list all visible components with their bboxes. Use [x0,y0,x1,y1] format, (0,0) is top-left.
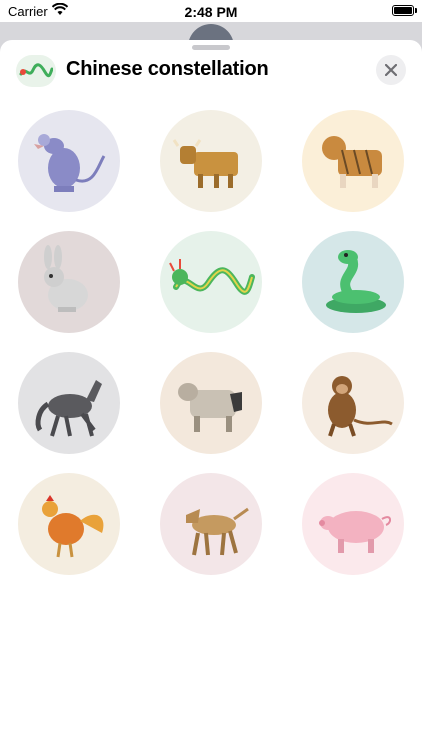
dog-icon [186,507,249,556]
horse-icon [35,380,102,437]
sticker-snake[interactable] [302,231,404,333]
sticker-monkey[interactable] [302,352,404,454]
rabbit-icon [44,245,88,312]
sticker-dragon[interactable] [160,231,262,333]
sticker-grid [0,40,422,640]
status-bar: Carrier 2:48 PM [0,0,422,22]
sticker-ox[interactable] [160,110,262,212]
sticker-pig[interactable] [302,473,404,575]
sticker-dog[interactable] [160,473,262,575]
sticker-goat[interactable] [160,352,262,454]
monkey-icon [328,376,393,437]
rooster-icon [42,495,104,558]
sticker-tiger[interactable] [302,110,404,212]
clock: 2:48 PM [184,4,238,20]
sticker-rabbit[interactable] [18,231,120,333]
sticker-rooster[interactable] [18,473,120,575]
tiger-icon [322,136,382,188]
battery-icon [392,5,417,16]
rat-icon [34,134,106,192]
sticker-rat[interactable] [18,110,120,212]
sticker-horse[interactable] [18,352,120,454]
ox-icon [172,139,238,188]
sticker-sheet: Chinese constellation [0,40,422,750]
snake-icon [326,250,386,313]
goat-icon [178,383,242,432]
pig-icon [319,511,392,553]
dragon-icon [169,259,255,295]
